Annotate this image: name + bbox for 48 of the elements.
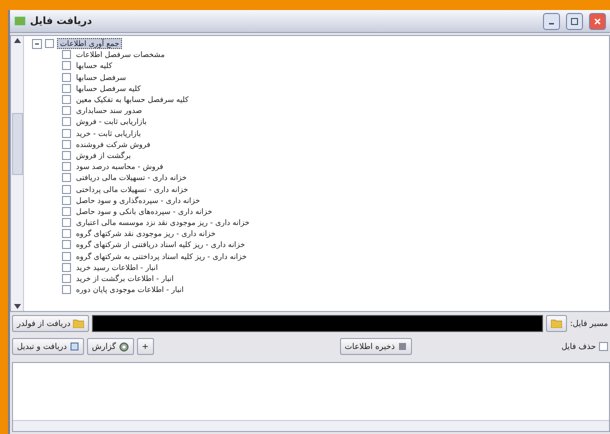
tree-checkbox[interactable] <box>45 39 54 48</box>
browse-folder-button[interactable]: دریافت از فولدر <box>12 315 90 332</box>
save-button[interactable]: ذخیره اطلاعات <box>340 338 412 355</box>
tree-checkbox[interactable] <box>62 274 71 284</box>
folder-button[interactable] <box>546 315 567 332</box>
tree-checkbox[interactable] <box>62 84 71 93</box>
scrollbar[interactable] <box>11 36 24 311</box>
tree-checkbox[interactable] <box>62 285 71 294</box>
tree-checkbox[interactable] <box>62 252 71 261</box>
up-arrow-icon[interactable] <box>14 38 20 43</box>
folder-icon <box>550 319 562 328</box>
scroll-thumb[interactable] <box>12 113 22 175</box>
tree-checkbox[interactable] <box>62 173 71 182</box>
collapse-icon[interactable] <box>32 38 42 49</box>
folder-icon <box>73 319 84 328</box>
tree-checkbox[interactable] <box>62 128 71 138</box>
tree-checkbox[interactable] <box>62 262 71 272</box>
minimize-button[interactable] <box>543 12 560 30</box>
tree-checkbox[interactable] <box>62 229 71 238</box>
tree-checkbox[interactable] <box>62 72 71 82</box>
expand-button[interactable]: + <box>136 338 154 355</box>
file-path-label: مسیر فایل: <box>570 319 608 328</box>
tree-checkbox[interactable] <box>62 117 71 126</box>
tree-checkbox[interactable] <box>62 95 71 104</box>
maximize-button[interactable] <box>566 12 583 30</box>
delete-file-checkbox[interactable] <box>599 342 608 351</box>
tree-checkbox[interactable] <box>62 162 71 172</box>
delete-file-label: حذف فایل <box>561 342 596 351</box>
tree-checkbox[interactable] <box>62 61 71 70</box>
tree-checkbox[interactable] <box>62 184 71 194</box>
tree-checkbox[interactable] <box>62 240 71 250</box>
window-title: دریافت فایل <box>30 16 92 26</box>
tree-checkbox[interactable] <box>62 206 71 216</box>
maximize-icon <box>571 18 578 24</box>
tree-checkbox[interactable] <box>62 150 71 160</box>
scrollbar[interactable] <box>13 420 609 431</box>
close-button[interactable] <box>589 12 606 30</box>
tree-checkbox[interactable] <box>62 50 71 60</box>
tree-checkbox[interactable] <box>62 106 71 116</box>
down-arrow-icon[interactable] <box>14 304 20 309</box>
tree-checkbox[interactable] <box>62 218 71 228</box>
tree-checkbox[interactable] <box>62 140 71 149</box>
app-icon <box>14 15 26 27</box>
file-path-field[interactable] <box>92 315 543 332</box>
close-icon <box>594 18 601 24</box>
tree-checkbox[interactable] <box>62 196 71 205</box>
convert-button[interactable]: دریافت و تبدیل <box>12 338 84 355</box>
report-button[interactable]: گزارش <box>86 338 134 355</box>
